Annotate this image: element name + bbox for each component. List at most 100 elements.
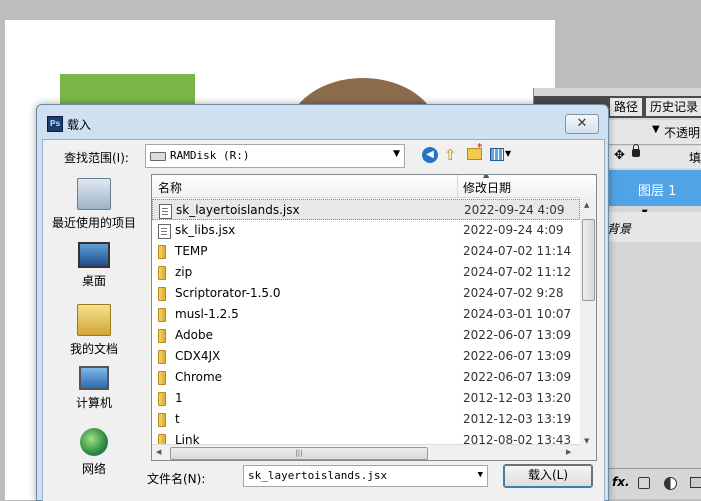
place-network[interactable]: 网络 xyxy=(47,428,141,477)
drive-icon xyxy=(150,152,166,161)
chevron-down-icon[interactable]: ▼ xyxy=(393,149,400,159)
file-list[interactable]: 名称 ▲ 修改日期 sk_layertoislands.jsx 2022-09-2… xyxy=(151,174,597,461)
tab-history[interactable]: 历史记录 xyxy=(646,98,701,116)
place-documents[interactable]: 我的文档 xyxy=(47,304,141,357)
folder-icon xyxy=(158,308,166,322)
file-date: 2022-06-07 13:09 xyxy=(463,370,572,384)
file-row[interactable]: 1 2012-12-03 13:20 xyxy=(152,388,580,409)
group-folder-icon[interactable] xyxy=(690,477,701,488)
layer-label: 图层 1 xyxy=(638,184,677,199)
folder-icon xyxy=(158,413,166,427)
file-name: sk_libs.jsx xyxy=(175,223,236,237)
column-header-name[interactable]: 名称 xyxy=(158,179,182,196)
file-name: t xyxy=(175,412,180,426)
place-label: 网络 xyxy=(81,462,106,476)
file-icon xyxy=(158,224,171,239)
file-name: Scriptorator-1.5.0 xyxy=(175,286,281,300)
vertical-scrollbar[interactable]: ▲ ▼ xyxy=(580,197,596,460)
view-menu-button[interactable] xyxy=(490,148,504,161)
file-date: 2024-07-02 9:28 xyxy=(463,286,564,300)
chevron-down-icon[interactable]: ▼ xyxy=(505,149,511,158)
column-header-date[interactable]: 修改日期 xyxy=(463,179,511,196)
load-button[interactable]: 载入(L) xyxy=(503,464,593,488)
folder-icon xyxy=(158,392,166,406)
filename-value: sk_layertoislands.jsx xyxy=(248,469,388,482)
place-recent[interactable]: 最近使用的项目 xyxy=(47,178,141,231)
place-computer[interactable]: 计算机 xyxy=(47,366,141,411)
scroll-up-icon[interactable]: ▲ xyxy=(584,201,589,209)
layer-label: 背景 xyxy=(607,222,632,236)
place-label: 计算机 xyxy=(75,396,112,410)
load-dialog: Ps 载入 ✕ 查找范围(I): RAMDisk (R:) ▼ ◀ ⇧ ▼ 最近… xyxy=(36,104,609,501)
file-name: zip xyxy=(175,265,193,279)
place-desktop[interactable]: 桌面 xyxy=(47,242,141,289)
folder-icon xyxy=(158,245,166,259)
folder-icon xyxy=(158,329,166,343)
move-icon[interactable]: ✥ xyxy=(614,148,625,163)
scroll-thumb[interactable] xyxy=(582,219,595,301)
file-name: musl-1.2.5 xyxy=(175,307,239,321)
horizontal-scrollbar[interactable]: ◀ ||| ▶ xyxy=(152,444,580,460)
folder-icon xyxy=(158,287,166,301)
fill-label: 填 xyxy=(689,151,701,165)
recent-items-icon xyxy=(77,178,111,210)
back-button[interactable]: ◀ xyxy=(422,147,438,163)
file-row[interactable]: musl-1.2.5 2024-03-01 10:07 xyxy=(152,304,580,325)
file-date: 2022-09-24 4:09 xyxy=(464,203,565,217)
scroll-down-icon[interactable]: ▼ xyxy=(584,437,589,445)
file-name: CDX4JX xyxy=(175,349,221,363)
file-row[interactable]: sk_libs.jsx 2022-09-24 4:09 xyxy=(152,220,580,241)
dialog-title: 载入 xyxy=(67,118,92,132)
look-in-label: 查找范围(I): xyxy=(64,151,129,165)
filename-label: 文件名(N): xyxy=(147,472,206,486)
chevron-down-icon[interactable]: ▼ xyxy=(478,470,483,480)
filename-input[interactable]: sk_layertoislands.jsx ▼ xyxy=(243,465,488,487)
scroll-thumb[interactable]: ||| xyxy=(170,447,428,460)
look-in-value: RAMDisk (R:) xyxy=(170,149,250,162)
file-date: 2022-09-24 4:09 xyxy=(463,223,564,237)
chevron-down-icon[interactable]: ▼ xyxy=(652,124,660,135)
file-row[interactable]: CDX4JX 2022-06-07 13:09 xyxy=(152,346,580,367)
folder-icon xyxy=(158,266,166,280)
file-row[interactable]: Scriptorator-1.5.0 2024-07-02 9:28 xyxy=(152,283,580,304)
file-row[interactable]: sk_layertoislands.jsx 2022-09-24 4:09 xyxy=(152,199,580,220)
folder-icon xyxy=(158,371,166,385)
photoshop-icon: Ps xyxy=(47,116,63,132)
file-icon xyxy=(159,204,172,219)
look-in-select[interactable]: RAMDisk (R:) ▼ xyxy=(145,144,405,168)
file-row[interactable]: Chrome 2022-06-07 13:09 xyxy=(152,367,580,388)
file-row[interactable]: zip 2024-07-02 11:12 xyxy=(152,262,580,283)
place-label: 最近使用的项目 xyxy=(51,216,136,230)
file-row[interactable]: TEMP 2024-07-02 11:14 xyxy=(152,241,580,262)
lock-icon[interactable] xyxy=(632,144,640,157)
dialog-client: 查找范围(I): RAMDisk (R:) ▼ ◀ ⇧ ▼ 最近使用的项目 桌面… xyxy=(42,139,605,501)
adjustment-icon[interactable] xyxy=(664,477,677,490)
opacity-label: 不透明 xyxy=(664,126,701,140)
file-date: 2024-07-02 11:12 xyxy=(463,265,572,279)
file-name: Adobe xyxy=(175,328,213,342)
place-label: 我的文档 xyxy=(69,342,118,356)
up-folder-button[interactable]: ⇧ xyxy=(444,146,457,164)
tab-paths[interactable]: 路径 xyxy=(610,98,643,116)
fx-icon[interactable]: fx. xyxy=(612,475,630,489)
close-button[interactable]: ✕ xyxy=(565,114,599,134)
file-name: TEMP xyxy=(175,244,208,258)
dialog-titlebar[interactable]: Ps 载入 ✕ xyxy=(37,105,608,141)
file-row[interactable]: t 2012-12-03 13:19 xyxy=(152,409,580,430)
file-rows: sk_layertoislands.jsx 2022-09-24 4:09 sk_l… xyxy=(152,199,580,451)
column-divider[interactable] xyxy=(457,175,458,197)
file-date: 2022-06-07 13:09 xyxy=(463,328,572,342)
file-date: 2012-12-03 13:20 xyxy=(463,391,572,405)
file-date: 2024-03-01 10:07 xyxy=(463,307,572,321)
place-label: 桌面 xyxy=(81,274,106,288)
file-list-header: 名称 ▲ 修改日期 xyxy=(152,175,596,198)
file-name: Chrome xyxy=(175,370,223,384)
file-row[interactable]: Adobe 2022-06-07 13:09 xyxy=(152,325,580,346)
scroll-right-icon[interactable]: ▶ xyxy=(566,448,571,456)
new-folder-button[interactable] xyxy=(467,141,483,160)
scroll-left-icon[interactable]: ◀ xyxy=(156,448,161,456)
network-globe-icon xyxy=(80,428,108,456)
mask-icon[interactable] xyxy=(638,477,650,489)
computer-icon xyxy=(79,366,109,390)
file-date: 2024-07-02 11:14 xyxy=(463,244,572,258)
